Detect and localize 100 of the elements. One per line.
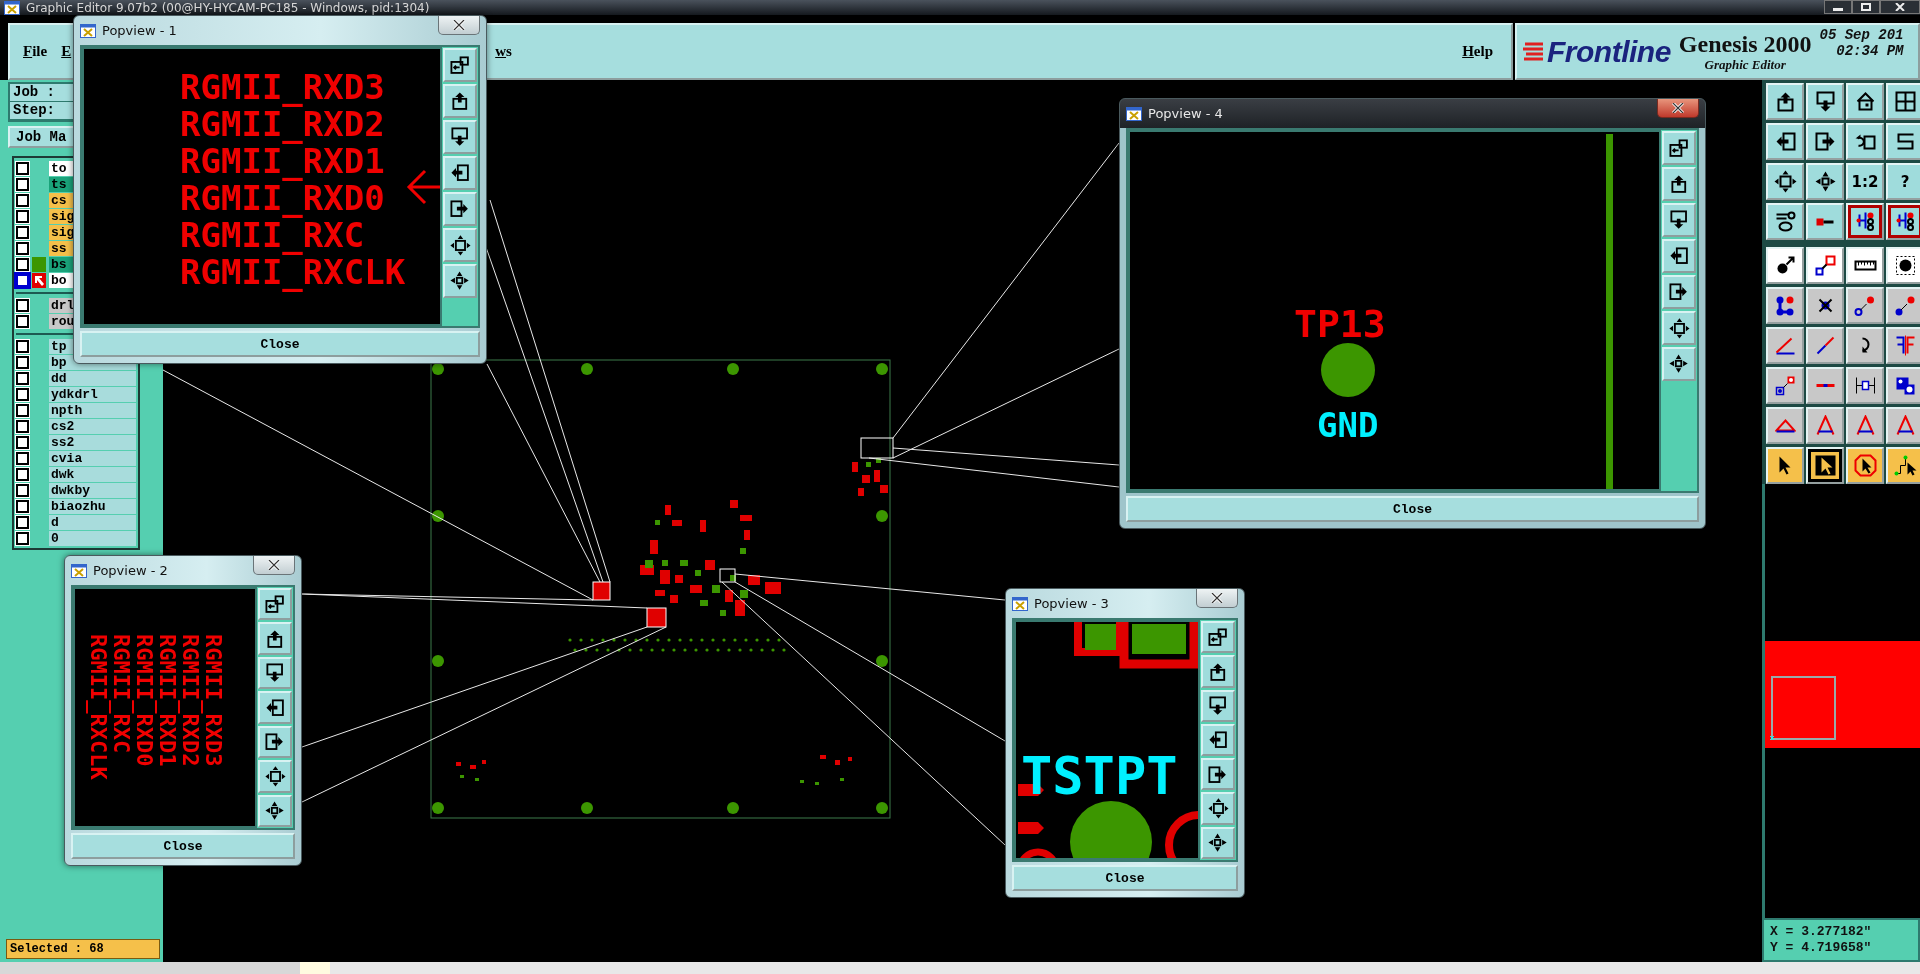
view-tool-button[interactable] (1201, 689, 1235, 722)
tool-button[interactable] (1846, 123, 1884, 160)
menu-item[interactable]: E (61, 43, 72, 60)
tool-button[interactable] (1886, 447, 1920, 484)
tool-button[interactable] (1846, 367, 1884, 404)
layer-name[interactable]: 0 (49, 530, 136, 546)
menu-item[interactable]: Help (1462, 43, 1493, 60)
view-tool-button[interactable] (443, 264, 477, 298)
minimize-button[interactable] (1824, 0, 1852, 14)
view-tool-button[interactable] (1662, 347, 1696, 381)
view-tool-button[interactable] (258, 691, 292, 724)
tool-button[interactable] (1806, 287, 1844, 324)
layer-checkbox[interactable] (16, 177, 29, 191)
layer-checkbox[interactable] (16, 355, 29, 369)
layer-name[interactable]: d (49, 514, 136, 530)
tool-button[interactable] (1886, 327, 1920, 364)
layer-name[interactable]: biaozhu (49, 498, 136, 514)
layer-checkbox[interactable] (16, 467, 29, 481)
layer-checkbox[interactable] (16, 387, 29, 401)
layer-name[interactable]: npth (49, 402, 136, 418)
view-tool-button[interactable] (258, 588, 292, 621)
menu-item[interactable]: File (23, 43, 48, 60)
view-tool-button[interactable] (1662, 167, 1696, 201)
layer-checkbox[interactable] (16, 314, 29, 328)
layer-checkbox[interactable] (16, 257, 29, 271)
tool-button[interactable] (1846, 327, 1884, 364)
view-tool-button[interactable] (258, 760, 292, 793)
layer-name[interactable]: cvia (49, 450, 136, 466)
view-tool-button[interactable] (1201, 655, 1235, 688)
view-tool-button[interactable] (258, 794, 292, 827)
tool-button[interactable] (1886, 367, 1920, 404)
tool-button[interactable]: 1:2 (1846, 163, 1884, 200)
tool-button[interactable] (1806, 83, 1844, 120)
window-close-button[interactable] (1880, 0, 1920, 14)
tool-button[interactable] (1766, 83, 1804, 120)
layer-checkbox[interactable] (16, 419, 29, 433)
view-tool-button[interactable] (1662, 203, 1696, 237)
tool-button[interactable] (1766, 367, 1804, 404)
window-close-button[interactable] (438, 16, 480, 35)
layer-name[interactable]: dwk (49, 466, 136, 482)
tool-button[interactable] (1806, 163, 1844, 200)
layer-checkbox[interactable] (16, 339, 29, 353)
layer-checkbox[interactable] (16, 499, 29, 513)
tool-button[interactable] (1886, 203, 1920, 240)
close-button[interactable]: Close (1126, 496, 1699, 522)
tool-button[interactable] (1766, 407, 1804, 444)
close-button[interactable]: Close (71, 833, 295, 859)
tool-button[interactable] (1846, 447, 1884, 484)
tool-button[interactable] (1846, 83, 1884, 120)
layer-checkbox[interactable] (16, 273, 29, 287)
window-close-button[interactable] (1657, 99, 1699, 118)
view-tool-button[interactable] (1201, 758, 1235, 791)
layer-checkbox[interactable] (16, 209, 29, 223)
layer-name[interactable]: cs2 (49, 418, 136, 434)
tool-button[interactable] (1766, 447, 1804, 484)
tool-button[interactable] (1846, 203, 1884, 240)
tool-button[interactable] (1846, 247, 1884, 284)
tool-button[interactable] (1806, 447, 1844, 484)
window-close-button[interactable] (1196, 589, 1238, 608)
menu-item[interactable]: ws (495, 43, 512, 60)
layer-checkbox[interactable] (16, 298, 29, 312)
window-close-button[interactable] (253, 556, 295, 575)
layer-checkbox[interactable] (16, 531, 29, 545)
view-tool-button[interactable] (1662, 275, 1696, 309)
layer-checkbox[interactable] (16, 451, 29, 465)
view-tool-button[interactable] (258, 656, 292, 690)
maximize-button[interactable] (1852, 0, 1880, 14)
tool-button[interactable] (1886, 83, 1920, 120)
view-tool-button[interactable] (1201, 826, 1235, 859)
view-tool-button[interactable] (1201, 621, 1235, 654)
layer-checkbox[interactable] (16, 161, 29, 175)
view-tool-button[interactable] (443, 48, 477, 82)
tool-button[interactable] (1766, 123, 1804, 160)
view-tool-button[interactable] (443, 120, 477, 154)
layer-name[interactable]: dd (49, 370, 136, 386)
view-tool-button[interactable] (443, 84, 477, 118)
tool-button[interactable]: ? (1886, 163, 1920, 200)
layer-name[interactable]: ss2 (49, 434, 136, 450)
view-tool-button[interactable] (1201, 723, 1235, 757)
layer-checkbox[interactable] (16, 241, 29, 255)
tool-button[interactable] (1886, 287, 1920, 324)
layer-checkbox[interactable] (16, 193, 29, 207)
layer-checkbox[interactable] (16, 483, 29, 497)
layer-checkbox[interactable] (16, 225, 29, 239)
layer-name[interactable]: dwkby (49, 482, 136, 498)
view-tool-button[interactable] (1201, 792, 1235, 825)
view-tool-button[interactable] (443, 192, 477, 226)
view-tool-button[interactable] (1662, 311, 1696, 345)
view-tool-button[interactable] (1662, 131, 1696, 165)
close-button[interactable]: Close (1012, 865, 1238, 891)
tool-button[interactable] (1806, 123, 1844, 160)
layer-checkbox[interactable] (16, 403, 29, 417)
view-tool-button[interactable] (258, 622, 292, 655)
layer-name[interactable]: ydkdrl (49, 386, 136, 402)
layer-checkbox[interactable] (16, 435, 29, 449)
layer-checkbox[interactable] (16, 371, 29, 385)
tool-button[interactable] (1766, 247, 1804, 284)
tool-button[interactable] (1766, 287, 1804, 324)
tool-button[interactable] (1806, 247, 1844, 284)
tool-button[interactable] (1846, 287, 1884, 324)
